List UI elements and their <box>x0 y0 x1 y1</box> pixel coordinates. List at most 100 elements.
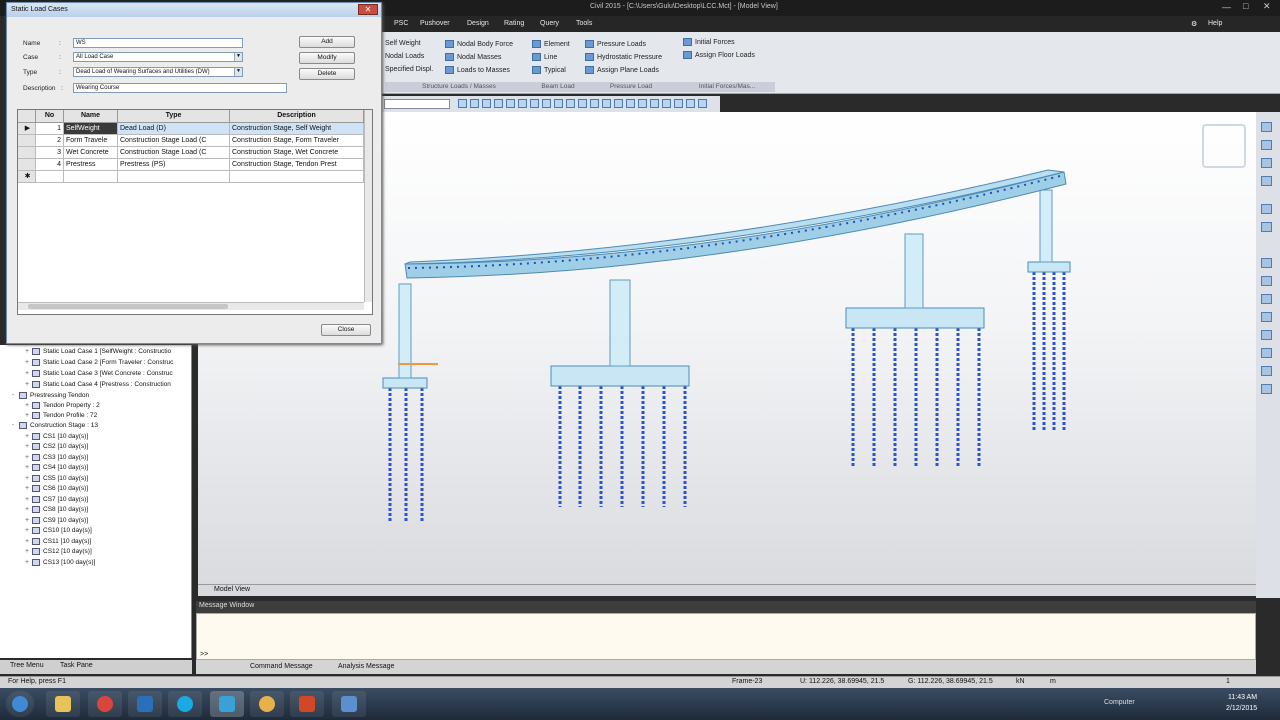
collapse-icon[interactable]: - <box>12 392 19 399</box>
tree-item[interactable]: + CS4 [10 day(s)] <box>25 464 88 471</box>
tree-item[interactable]: + Static Load Case 2 [Form Traveler : Con… <box>25 359 173 366</box>
ribbon-loads-to-masses[interactable]: Loads to Masses <box>445 66 510 74</box>
table-cell-type[interactable]: Dead Load (D) <box>118 123 230 135</box>
tree-item[interactable]: - Construction Stage : 13 <box>12 422 98 429</box>
chevron-down-icon[interactable]: ▼ <box>234 53 242 61</box>
table-cell-name[interactable]: Prestress <box>64 159 118 171</box>
toolbar-tool-icon[interactable] <box>494 99 503 108</box>
ribbon-assign-floor-loads[interactable]: Assign Floor Loads <box>683 51 755 59</box>
taskbar-outlook[interactable] <box>128 691 162 717</box>
expand-icon[interactable]: + <box>25 433 32 440</box>
ribbon-assign-plane-loads[interactable]: Assign Plane Loads <box>585 66 659 74</box>
display-tool-icon[interactable] <box>1261 294 1272 304</box>
row-selector[interactable] <box>18 135 36 147</box>
expand-icon[interactable]: + <box>25 443 32 450</box>
expand-icon[interactable]: + <box>25 359 32 366</box>
taskbar-snowflake-app[interactable] <box>332 691 366 717</box>
tree-item[interactable]: + Static Load Case 1 [SelfWeight : Constr… <box>25 348 171 355</box>
tree-item[interactable]: + Static Load Case 4 [Prestress : Constru… <box>25 381 171 388</box>
display-tool-icon[interactable] <box>1261 258 1272 268</box>
table-cell-name[interactable]: Form Travele <box>64 135 118 147</box>
select-tool-icon[interactable] <box>1261 222 1272 232</box>
ribbon-line[interactable]: Line <box>532 53 557 61</box>
scrollbar-thumb[interactable] <box>28 304 228 309</box>
toolbar-tool-icon[interactable] <box>470 99 479 108</box>
toolbar-tool-icon[interactable] <box>482 99 491 108</box>
menu-help[interactable]: Help <box>1208 20 1222 27</box>
ribbon-hydrostatic-pressure[interactable]: Hydrostatic Pressure <box>585 53 662 61</box>
maximize-button[interactable]: □ <box>1243 1 1248 11</box>
display-tool-icon[interactable] <box>1261 348 1272 358</box>
view-cube-icon[interactable] <box>1202 124 1246 168</box>
tree-item[interactable]: + CS3 [10 day(s)] <box>25 454 88 461</box>
tree-item[interactable]: + CS12 [10 day(s)] <box>25 548 92 555</box>
menu-tools[interactable]: Tools <box>576 20 592 27</box>
expand-icon[interactable]: + <box>25 548 32 555</box>
taskbar-powerpoint[interactable] <box>290 691 324 717</box>
tab-model-view[interactable]: Model View <box>214 586 250 593</box>
toolbar-tool-icon[interactable] <box>614 99 623 108</box>
toolbar-tool-icon[interactable] <box>518 99 527 108</box>
close-window-button[interactable]: ✕ <box>1263 1 1271 12</box>
toolbar-tool-icon[interactable] <box>578 99 587 108</box>
toolbar-tool-icon[interactable] <box>626 99 635 108</box>
menu-design[interactable]: Design <box>467 20 489 27</box>
table-cell-empty[interactable] <box>36 171 64 183</box>
description-input[interactable]: Wearing Course <box>73 83 287 93</box>
type-select[interactable]: Dead Load of Wearing Surfaces and Utilit… <box>73 67 243 77</box>
tab-command-message[interactable]: Command Message <box>250 663 313 670</box>
taskbar-skype[interactable] <box>168 691 202 717</box>
ribbon-nodal-loads[interactable]: Nodal Loads <box>385 53 424 60</box>
tree-item[interactable]: + Static Load Case 3 [Wet Concrete : Cons… <box>25 370 173 377</box>
add-button[interactable]: Add <box>299 36 355 48</box>
toolbar-tool-icon[interactable] <box>650 99 659 108</box>
toolbar-tool-icon[interactable] <box>662 99 671 108</box>
ribbon-element[interactable]: Element <box>532 40 570 48</box>
start-button[interactable] <box>6 691 34 717</box>
expand-icon[interactable]: + <box>25 475 32 482</box>
table-cell-no[interactable]: 2 <box>36 135 64 147</box>
tree-item[interactable]: + Tendon Property : 2 <box>25 402 100 409</box>
taskbar-paint[interactable] <box>250 691 284 717</box>
rotate-tool-icon[interactable] <box>1261 176 1272 186</box>
expand-icon[interactable]: + <box>25 412 32 419</box>
table-cell-empty[interactable] <box>118 171 230 183</box>
expand-icon[interactable]: + <box>25 527 32 534</box>
table-cell-type[interactable]: Prestress (PS) <box>118 159 230 171</box>
ribbon-specified-displ[interactable]: Specified Displ. <box>385 66 433 73</box>
clock-date[interactable]: 2/12/2015 <box>1226 705 1257 712</box>
expand-icon[interactable]: + <box>25 348 32 355</box>
ribbon-pressure-loads[interactable]: Pressure Loads <box>585 40 646 48</box>
expand-icon[interactable]: + <box>25 381 32 388</box>
status-length-unit-select[interactable]: m <box>1050 678 1056 685</box>
expand-icon[interactable]: + <box>25 370 32 377</box>
row-selector[interactable] <box>18 147 36 159</box>
table-cell-description[interactable]: Construction Stage, Form Traveler <box>230 135 364 147</box>
ribbon-nodal-masses[interactable]: Nodal Masses <box>445 53 501 61</box>
tree-item[interactable]: + CS2 [10 day(s)] <box>25 443 88 450</box>
table-cell-name[interactable]: Wet Concrete <box>64 147 118 159</box>
expand-icon[interactable]: + <box>25 464 32 471</box>
clock-time[interactable]: 11:43 AM <box>1228 694 1257 701</box>
display-tool-icon[interactable] <box>1261 276 1272 286</box>
toolbar-combo[interactable] <box>384 99 450 109</box>
tab-analysis-message[interactable]: Analysis Message <box>338 663 394 670</box>
toolbar-tool-icon[interactable] <box>590 99 599 108</box>
pan-tool-icon[interactable] <box>1261 158 1272 168</box>
display-tool-icon[interactable] <box>1261 312 1272 322</box>
tree-item[interactable]: - Prestressing Tendon <box>12 392 89 399</box>
message-window-body[interactable]: >> <box>196 613 1256 660</box>
ribbon-typical[interactable]: Typical <box>532 66 566 74</box>
display-tool-icon[interactable] <box>1261 330 1272 340</box>
toolbar-tool-icon[interactable] <box>674 99 683 108</box>
vertical-scrollbar[interactable] <box>364 110 372 302</box>
tree-item[interactable]: + CS8 [10 day(s)] <box>25 506 88 513</box>
table-cell-type[interactable]: Construction Stage Load (C <box>118 135 230 147</box>
tab-task-pane[interactable]: Task Pane <box>60 662 93 669</box>
toolbar-tool-icon[interactable] <box>686 99 695 108</box>
table-cell-type[interactable]: Construction Stage Load (C <box>118 147 230 159</box>
tree-item[interactable]: + Tendon Profile : 72 <box>25 412 97 419</box>
display-tool-icon[interactable] <box>1261 366 1272 376</box>
expand-icon[interactable]: + <box>25 485 32 492</box>
name-input[interactable]: WS <box>73 38 243 48</box>
